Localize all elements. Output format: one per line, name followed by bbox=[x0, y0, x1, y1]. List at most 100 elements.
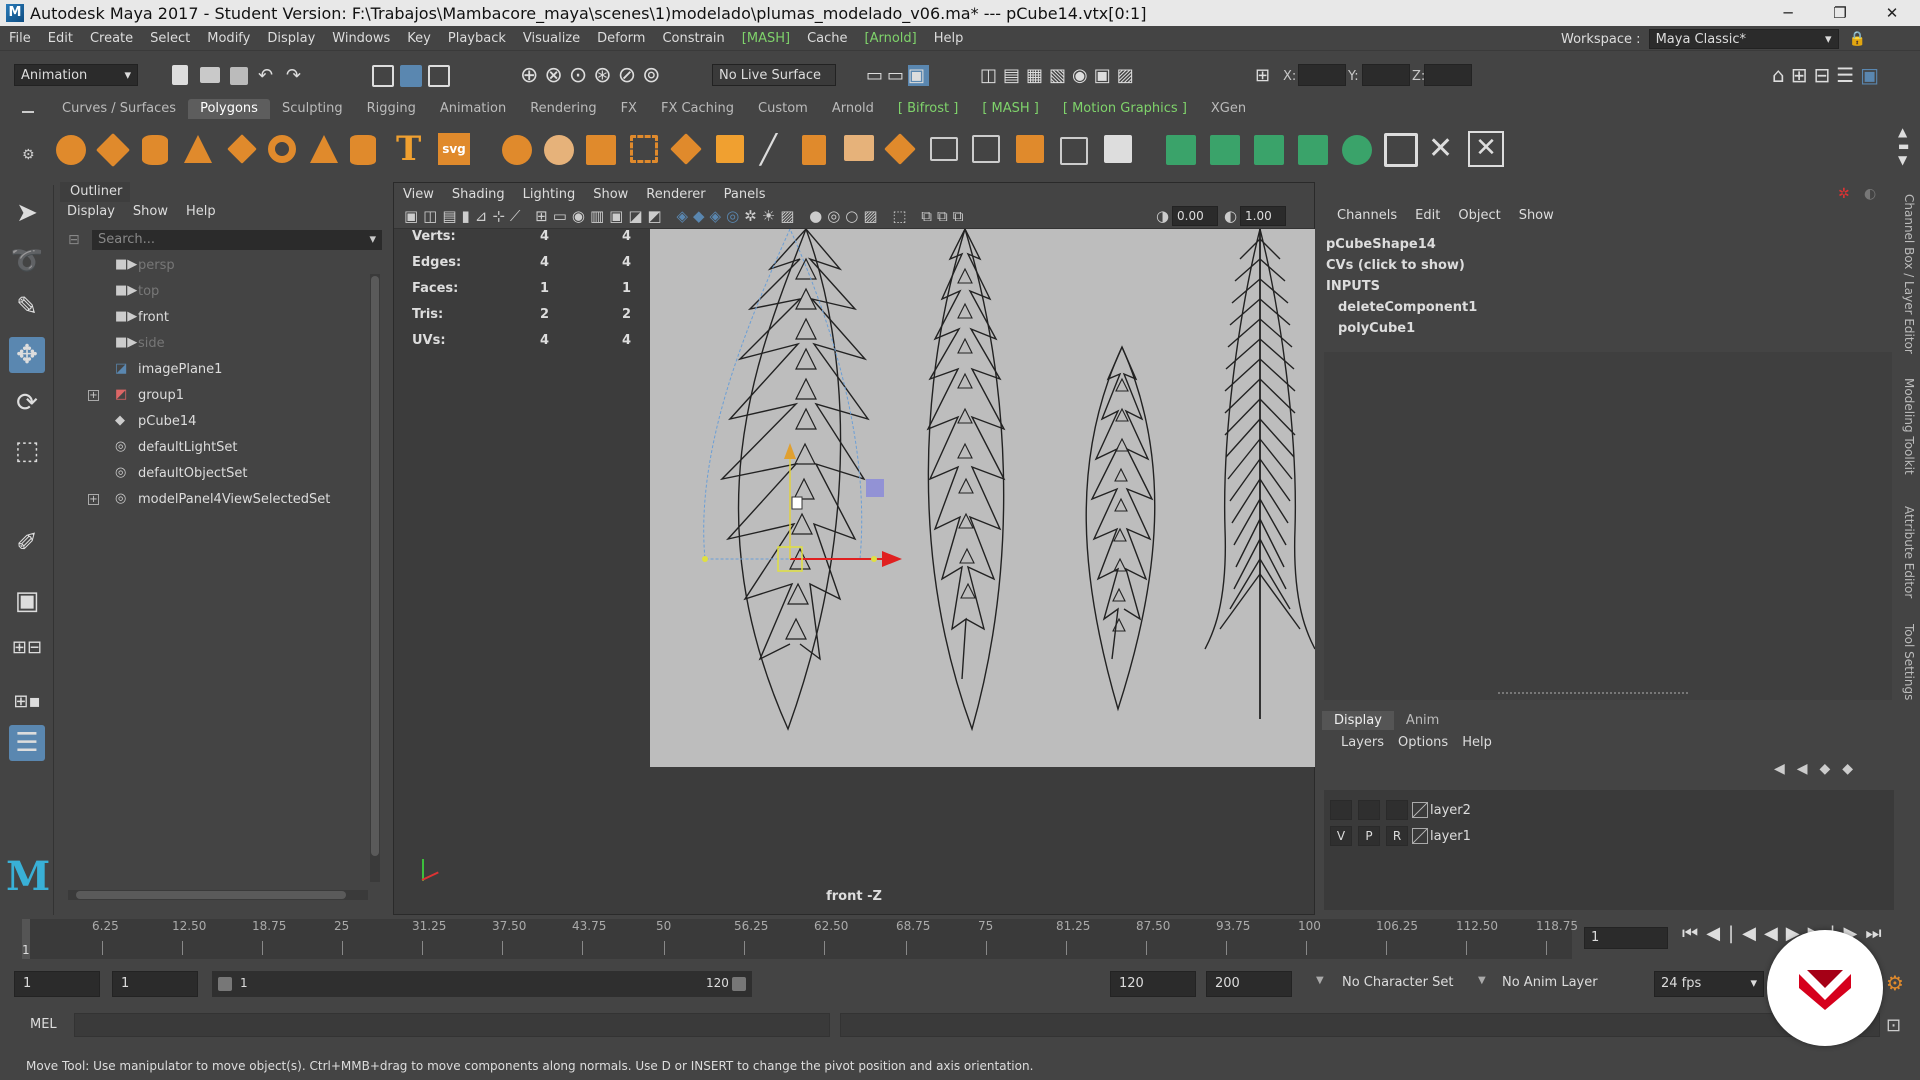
layer-color-icon[interactable] bbox=[1412, 802, 1428, 818]
tab-arnold[interactable]: Arnold bbox=[820, 99, 886, 119]
shape-name[interactable]: pCubeShape14 bbox=[1326, 234, 1477, 255]
playback-toggle[interactable]: P bbox=[1358, 826, 1380, 846]
tab-polygons[interactable]: Polygons bbox=[188, 99, 270, 119]
select-objects-icon[interactable] bbox=[400, 65, 422, 87]
smooth-icon[interactable] bbox=[586, 135, 616, 165]
menu-cache[interactable]: Cache bbox=[798, 31, 855, 46]
outliner-item-persp[interactable]: ■▶ persp bbox=[68, 254, 368, 276]
poly-torus-icon[interactable] bbox=[268, 135, 296, 163]
outliner-item-pcube14[interactable]: ◆ pCube14 bbox=[68, 410, 368, 432]
layer-name[interactable]: layer2 bbox=[1430, 803, 1471, 818]
current-frame-field[interactable]: 1 bbox=[1584, 927, 1668, 949]
tab-fx[interactable]: FX bbox=[609, 99, 649, 119]
tab-curves-surfaces[interactable]: Curves / Surfaces bbox=[50, 99, 188, 119]
extrude-icon[interactable] bbox=[716, 135, 744, 163]
search-options-icon[interactable]: ⊟ bbox=[68, 232, 80, 248]
mirror-icon[interactable] bbox=[630, 135, 658, 163]
object-menu[interactable]: Object bbox=[1449, 208, 1509, 223]
side-tab-tool-settings[interactable]: Tool Settings bbox=[1902, 624, 1916, 700]
mash-dynamics-icon[interactable]: ✕ bbox=[1468, 131, 1504, 167]
outliner-menu-help[interactable]: Help bbox=[177, 204, 225, 219]
anim-layer-field[interactable]: No Anim Layer bbox=[1496, 971, 1626, 997]
poly-type-icon[interactable]: T bbox=[396, 129, 421, 169]
paint-select-icon[interactable]: ✎ bbox=[9, 289, 45, 325]
planar-map-icon[interactable] bbox=[972, 135, 1000, 163]
mash-world-icon[interactable]: ✕ bbox=[1428, 131, 1453, 166]
menu-arnold[interactable]: [Arnold] bbox=[856, 31, 925, 46]
outliner-layout-icon[interactable]: ☰ bbox=[9, 725, 45, 761]
mel-label[interactable]: MEL bbox=[30, 1017, 57, 1032]
end-frame-field[interactable]: 200 bbox=[1206, 971, 1292, 997]
outliner-vertical-scrollbar[interactable] bbox=[370, 274, 380, 882]
transform-mode-icon[interactable]: ⊞ bbox=[1255, 65, 1270, 86]
tab-sculpting[interactable]: Sculpting bbox=[270, 99, 355, 119]
undo-icon[interactable]: ↶ bbox=[258, 65, 273, 86]
close-button[interactable]: ✕ bbox=[1866, 0, 1918, 26]
reference-toggle[interactable]: R bbox=[1386, 826, 1408, 846]
shelf-menu-icon[interactable] bbox=[22, 111, 34, 113]
image-plane-feathers[interactable] bbox=[650, 226, 1316, 767]
input-node[interactable]: polyCube1 bbox=[1326, 318, 1477, 339]
save-scene-icon[interactable] bbox=[230, 67, 248, 85]
rotate-tool-icon[interactable]: ⟳ bbox=[9, 385, 45, 421]
menu-edit[interactable]: Edit bbox=[39, 31, 81, 46]
history-icons[interactable]: ▭▭▣ bbox=[866, 65, 984, 87]
layers-menu[interactable]: Layers bbox=[1334, 735, 1391, 750]
menu-create[interactable]: Create bbox=[81, 31, 141, 46]
menu-select[interactable]: Select bbox=[141, 31, 198, 46]
uv-editor-icon[interactable] bbox=[930, 137, 958, 161]
tab-rigging[interactable]: Rigging bbox=[355, 99, 428, 119]
select-tool-icon[interactable]: ➤ bbox=[9, 195, 45, 231]
side-tab-channel-box[interactable]: Channel Box / Layer Editor bbox=[1902, 194, 1916, 354]
combine-icon[interactable] bbox=[502, 135, 532, 165]
tab-fx-caching[interactable]: FX Caching bbox=[649, 99, 746, 119]
cvs-toggle[interactable]: CVs (click to show) bbox=[1326, 255, 1477, 276]
playback-start-field[interactable]: 1 bbox=[112, 971, 198, 997]
command-input[interactable] bbox=[74, 1013, 830, 1037]
viewport-menu-show[interactable]: Show bbox=[584, 187, 637, 202]
help-menu[interactable]: Help bbox=[1455, 735, 1499, 750]
poly-prism-icon[interactable] bbox=[310, 135, 338, 163]
channel-box-toggle-icon[interactable]: ◐ bbox=[1864, 186, 1876, 202]
show-menu[interactable]: Show bbox=[1510, 208, 1563, 223]
tab-xgen[interactable]: XGen bbox=[1199, 99, 1258, 119]
viewport-menu-renderer[interactable]: Renderer bbox=[637, 187, 714, 202]
outliner-menu-display[interactable]: Display bbox=[58, 204, 124, 219]
viewport-panel[interactable]: View Shading Lighting Show Renderer Pane… bbox=[393, 182, 1316, 915]
last-tool-icon[interactable]: ✐ bbox=[9, 525, 45, 561]
start-frame-field[interactable]: 1 bbox=[14, 971, 100, 997]
unfold-icon[interactable] bbox=[1060, 137, 1088, 165]
input-node[interactable]: deleteComponent1 bbox=[1326, 297, 1477, 318]
x-field[interactable] bbox=[1298, 64, 1346, 86]
outliner-item-side[interactable]: ■▶ side bbox=[68, 332, 368, 354]
outliner-item-defaultlightset[interactable]: ◎ defaultLightSet bbox=[68, 436, 368, 458]
viewport-menu-view[interactable]: View bbox=[394, 187, 443, 202]
playback-toggle[interactable] bbox=[1358, 800, 1380, 820]
lock-icon[interactable]: 🔒 bbox=[1849, 31, 1866, 47]
channel-box-colored-icon[interactable]: ✲ bbox=[1838, 186, 1850, 202]
open-scene-icon[interactable] bbox=[200, 67, 220, 83]
live-surface-field[interactable]: No Live Surface bbox=[712, 64, 836, 86]
mash-random-icon[interactable] bbox=[1254, 135, 1284, 165]
anim-layer-arrow-icon[interactable]: ▼ bbox=[1478, 975, 1486, 986]
preferences-icon[interactable]: ⚙ bbox=[1886, 971, 1904, 995]
single-pane-icon[interactable]: ▣ bbox=[9, 583, 45, 619]
splitter-handle[interactable] bbox=[1498, 692, 1688, 695]
fps-dropdown[interactable]: 24 fps ▾ bbox=[1654, 971, 1764, 997]
viewport-menu-shading[interactable]: Shading bbox=[443, 187, 514, 202]
fill-hole-icon[interactable] bbox=[844, 135, 874, 161]
shelf-scroll-icon[interactable]: ▲ ▬ ▼ bbox=[1898, 125, 1909, 167]
menu-set-dropdown[interactable]: Animation ▾ bbox=[14, 64, 138, 86]
tab-animation[interactable]: Animation bbox=[428, 99, 518, 119]
multi-cut-icon[interactable]: ╱ bbox=[760, 133, 777, 166]
script-editor-icon[interactable]: ⊡ bbox=[1886, 1015, 1901, 1036]
append-icon[interactable] bbox=[884, 133, 916, 165]
outliner-menu-show[interactable]: Show bbox=[124, 204, 177, 219]
poly-cone-icon[interactable] bbox=[184, 135, 212, 163]
menu-deform[interactable]: Deform bbox=[588, 31, 653, 46]
z-field[interactable] bbox=[1424, 64, 1472, 86]
render-icons[interactable]: ◫▤▦▧◉▣▨ bbox=[980, 65, 1140, 86]
character-set-field[interactable]: No Character Set bbox=[1336, 971, 1466, 997]
range-slider[interactable]: 1 120 bbox=[212, 971, 752, 997]
outliner-item-modelpanel4viewselectedset[interactable]: + ◎ modelPanel4ViewSelectedSet bbox=[68, 488, 368, 510]
